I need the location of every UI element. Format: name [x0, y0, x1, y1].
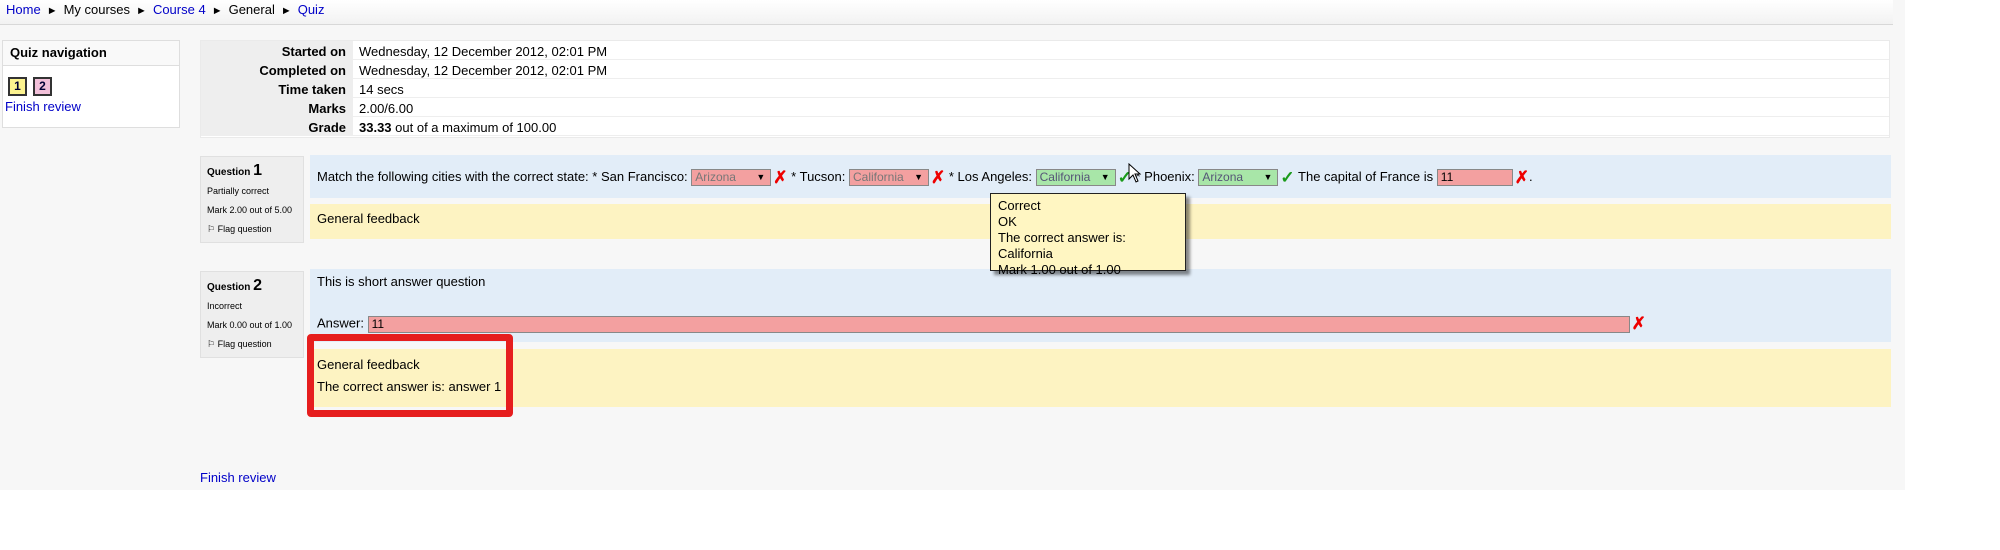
summary-value: 14 secs [359, 82, 404, 97]
flag-question-2[interactable]: ⚐ Flag question [207, 335, 297, 354]
breadcrumb-course[interactable]: Course 4 [153, 2, 206, 17]
question-2-number: Question 2 [207, 277, 263, 294]
france-answer-input[interactable]: 11 [1436, 169, 1513, 187]
tooltip-feedback: OK [998, 214, 1017, 229]
answer-label: Answer: [317, 315, 364, 331]
answer-input[interactable]: 11 [367, 315, 1630, 333]
los-angeles-select[interactable]: California ▼ [1035, 169, 1116, 187]
breadcrumb-quiz[interactable]: Quiz [298, 2, 325, 17]
cross-icon: ✗ [773, 168, 788, 188]
period: . [1529, 169, 1533, 184]
flag-icon: ⚐ [207, 224, 216, 234]
summary-value: 2.00/6.00 [359, 101, 414, 116]
question-1-number: Question 1 [207, 162, 263, 179]
breadcrumb-home[interactable]: Home [6, 2, 41, 17]
question-1-formulation: Match the following cities with the corr… [310, 155, 1891, 198]
finish-review-link-bottom[interactable]: Finish review [200, 470, 276, 485]
finish-review-link[interactable]: Finish review [5, 99, 81, 114]
summary-row: Marks 2.00/6.00 [201, 98, 1889, 117]
question-2-mark: Mark 0.00 out of 1.00 [207, 320, 293, 330]
quiz-nav-button-1[interactable]: 1 [8, 77, 27, 96]
summary-row: Completed on Wednesday, 12 December 2012… [201, 60, 1889, 79]
quiz-nav-button-2[interactable]: 2 [33, 77, 52, 96]
question-2-info: Question 2 Incorrect Mark 0.00 out of 1.… [200, 271, 304, 358]
cross-icon: ✗ [1631, 314, 1646, 333]
chevron-down-icon: ▼ [1263, 172, 1273, 183]
summary-label: Started on [201, 41, 353, 59]
summary-value: Wednesday, 12 December 2012, 02:01 PM [359, 63, 608, 78]
tooltip-correct-answer: The correct answer is: California [998, 230, 1126, 261]
breadcrumb: Home ► My courses ► Course 4 ► General ► Quiz [0, 0, 1893, 25]
answer-row: Answer: 11 ✗ [317, 314, 1646, 334]
summary-label: Completed on [201, 60, 353, 78]
breadcrumb-general: General [228, 2, 275, 17]
question-1-prompt: Match the following cities with the corr… [317, 169, 688, 184]
feedback-tooltip: Correct OK The correct answer is: Califo… [990, 193, 1186, 277]
san-francisco-select[interactable]: Arizona ▼ [691, 169, 772, 187]
phoenix-label: * Phoenix: [1135, 169, 1195, 184]
question-2-prompt: This is short answer question [317, 274, 486, 289]
flag-icon: ⚐ [207, 339, 216, 349]
summary-row: Grade 33.33 out of a maximum of 100.00 [201, 117, 1889, 136]
tick-icon: ✓ [1280, 168, 1295, 188]
summary-row: Time taken 14 secs [201, 79, 1889, 98]
tucson-select[interactable]: California ▼ [849, 169, 929, 187]
quiz-review-page: Home ► My courses ► Course 4 ► General ► Quiz Qu… [0, 0, 1905, 490]
summary-label: Marks [201, 98, 353, 116]
summary-label: Time taken [201, 79, 353, 97]
cross-icon: ✗ [1514, 168, 1530, 188]
flag-question-1[interactable]: ⚐ Flag question [207, 220, 297, 239]
breadcrumb-separator: ► [211, 5, 223, 17]
question-1-state: Partially correct [207, 186, 270, 196]
breadcrumb-my-courses: My courses [63, 2, 131, 17]
chevron-down-icon: ▼ [756, 172, 766, 183]
tooltip-mark: Mark 1.00 out of 1.00 [998, 262, 1121, 277]
cross-icon: ✗ [931, 168, 946, 188]
summary-value: Wednesday, 12 December 2012, 02:01 PM [359, 44, 608, 59]
phoenix-select[interactable]: Arizona ▼ [1198, 169, 1279, 187]
question-1-info: Question 1 Partially correct Mark 2.00 o… [200, 156, 304, 243]
highlight-box [307, 334, 513, 417]
tucson-label: * Tucson: [791, 169, 846, 184]
quiz-navigation-title: Quiz navigation [3, 41, 179, 66]
summary-value: 33.33 out of a maximum of 100.00 [353, 117, 556, 135]
question-2-feedback: General feedback The correct answer is: … [310, 349, 1891, 407]
france-label: The capital of France is [1298, 169, 1434, 184]
mouse-cursor-icon [1128, 162, 1142, 188]
breadcrumb-separator: ► [280, 5, 292, 17]
los-angeles-label: * Los Angeles: [948, 169, 1032, 184]
quiz-navigation-block: Quiz navigation 1 2 Finish review [2, 40, 180, 128]
breadcrumb-separator: ► [46, 5, 58, 17]
question-2-formulation: This is short answer question Answer: 11… [310, 269, 1891, 342]
grade-value: 33.33 [359, 120, 392, 135]
question-1-mark: Mark 2.00 out of 5.00 [207, 205, 293, 215]
breadcrumb-separator: ► [136, 5, 147, 17]
grade-maximum: out of a maximum of 100.00 [391, 120, 557, 135]
question-2-state: Incorrect [207, 301, 243, 311]
review-summary-table: Started on Wednesday, 12 December 2012, … [200, 40, 1890, 138]
chevron-down-icon: ▼ [914, 172, 923, 183]
chevron-down-icon: ▼ [1100, 172, 1110, 183]
tooltip-state: Correct [998, 198, 1041, 213]
summary-label: Grade [201, 117, 353, 135]
summary-row: Started on Wednesday, 12 December 2012, … [201, 41, 1889, 60]
